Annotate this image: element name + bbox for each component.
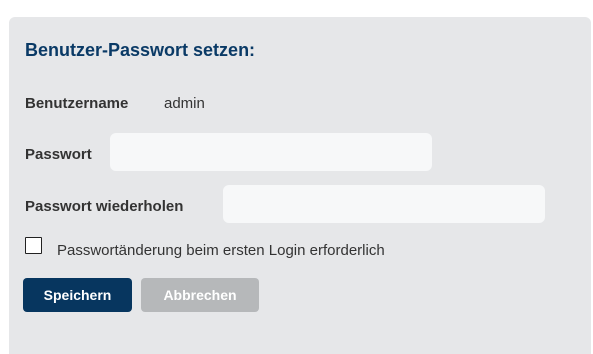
- require-password-change-label[interactable]: Passwortänderung beim ersten Login erfor…: [57, 242, 385, 259]
- cancel-button[interactable]: Abbrechen: [141, 278, 259, 312]
- password-label: Passwort: [25, 146, 92, 163]
- password-input[interactable]: [110, 133, 432, 171]
- require-password-change-checkbox[interactable]: [25, 237, 42, 254]
- password-repeat-label: Passwort wiederholen: [25, 198, 184, 215]
- password-repeat-input[interactable]: [223, 185, 545, 223]
- username-label: Benutzername: [25, 95, 129, 112]
- username-value: admin: [164, 95, 205, 112]
- panel-title: Benutzer-Passwort setzen:: [25, 40, 256, 60]
- save-button[interactable]: Speichern: [23, 278, 132, 312]
